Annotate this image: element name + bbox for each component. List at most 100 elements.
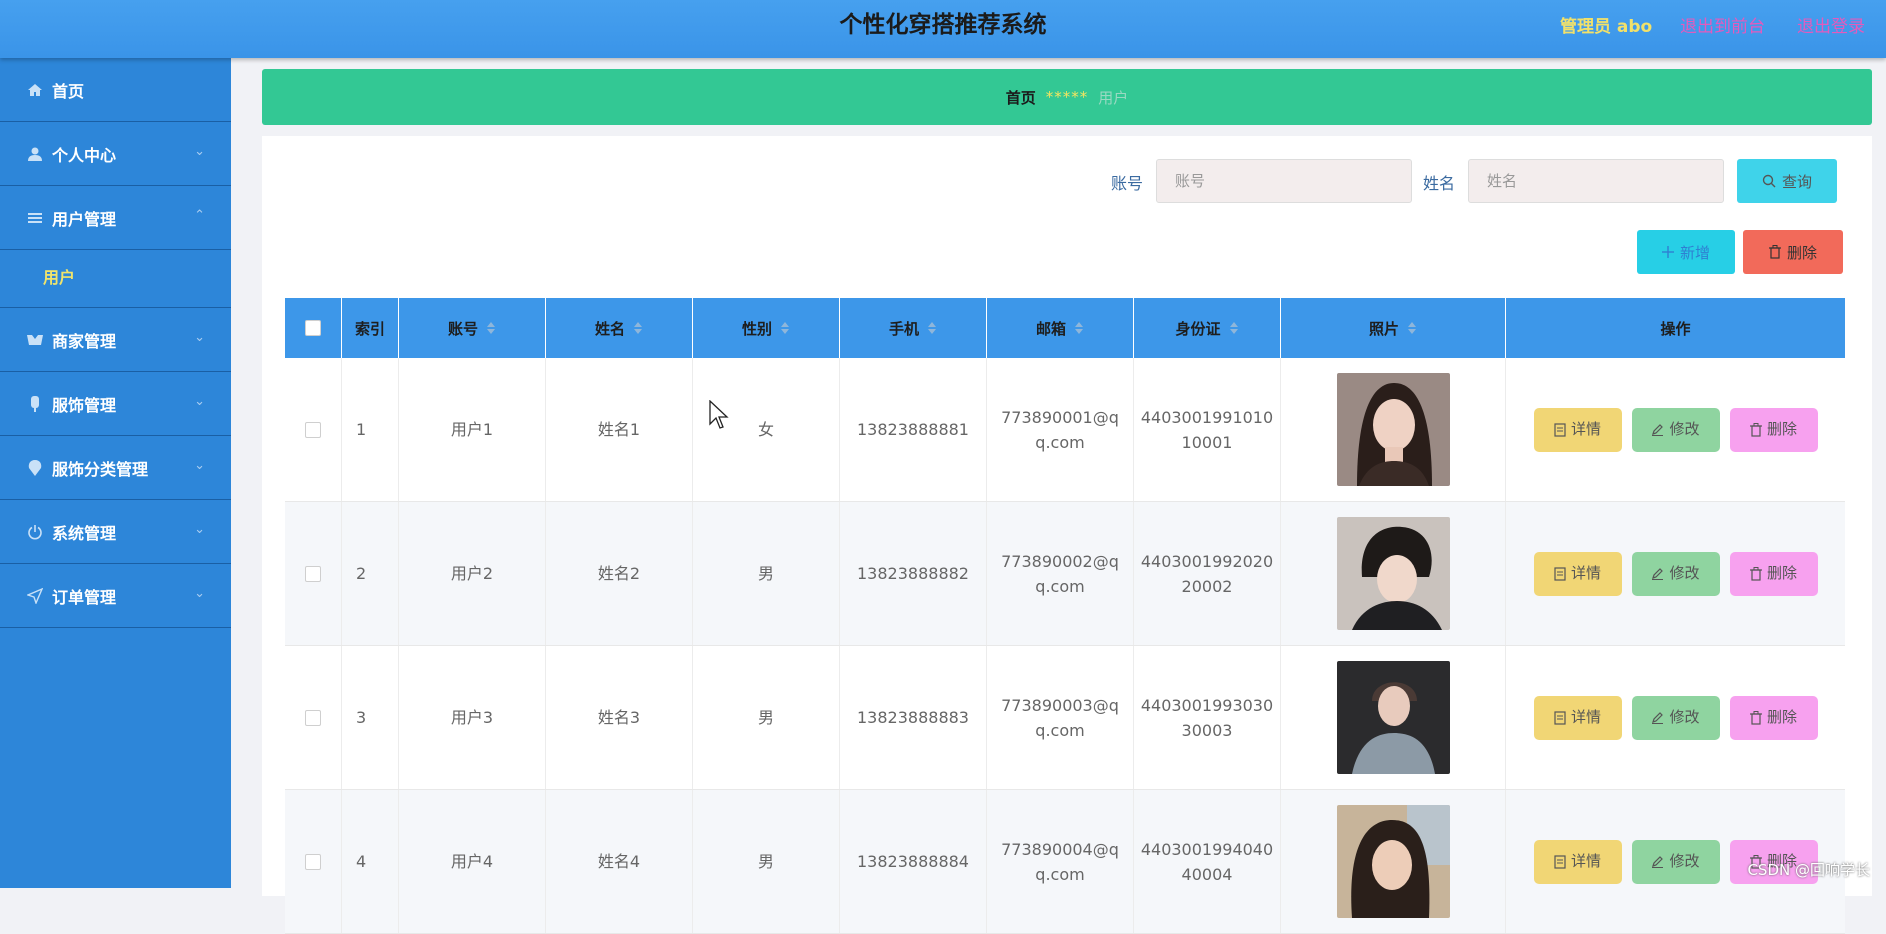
cell-account: 用户1 xyxy=(399,358,546,501)
sidebar-item-home[interactable]: 首页 xyxy=(0,58,231,122)
logout-link[interactable]: 退出登录 xyxy=(1797,12,1865,37)
email-line: q.com xyxy=(1035,862,1084,887)
row-checkbox[interactable] xyxy=(305,854,321,870)
document-icon xyxy=(1554,711,1566,725)
cell-name: 姓名2 xyxy=(546,502,693,645)
sidebar-item-label: 服饰分类管理 xyxy=(52,456,148,480)
detail-button[interactable]: 详情 xyxy=(1534,696,1622,740)
bulk-delete-button[interactable]: 删除 xyxy=(1743,230,1843,274)
header-label: 邮箱 xyxy=(1036,318,1066,339)
id-card-line: 4403001991010 xyxy=(1141,405,1273,430)
cell-account: 用户2 xyxy=(399,502,546,645)
email-line: q.com xyxy=(1035,430,1084,455)
cell-name: 姓名4 xyxy=(546,790,693,933)
cell-index: 1 xyxy=(342,358,399,501)
sort-icon[interactable] xyxy=(1407,321,1417,335)
sidebar-item-clothing-management[interactable]: 服饰管理 ⌄ xyxy=(0,372,231,436)
delete-button[interactable]: 删除 xyxy=(1730,408,1818,452)
delete-button[interactable]: 删除 xyxy=(1730,552,1818,596)
id-card-line: 10001 xyxy=(1182,430,1233,455)
sort-icon[interactable] xyxy=(1074,321,1084,335)
sort-icon[interactable] xyxy=(1229,321,1239,335)
cell-email: 773890002@qq.com xyxy=(987,502,1134,645)
breadcrumb-current: 用户 xyxy=(1098,87,1128,108)
cell-id-card: 440300199101010001 xyxy=(1134,358,1281,501)
query-button[interactable]: 查询 xyxy=(1737,159,1837,203)
exit-to-frontend-link[interactable]: 退出到前台 xyxy=(1680,12,1765,37)
header-label: 姓名 xyxy=(595,318,625,339)
sidebar-item-merchant-management[interactable]: 商家管理 ⌄ xyxy=(0,308,231,372)
cell-photo xyxy=(1281,790,1506,933)
row-checkbox[interactable] xyxy=(305,710,321,726)
row-checkbox[interactable] xyxy=(305,566,321,582)
pencil-icon xyxy=(1651,423,1664,436)
pencil-icon xyxy=(1651,711,1664,724)
trash-icon xyxy=(1750,711,1762,725)
sidebar-item-clothing-category-management[interactable]: 服饰分类管理 ⌄ xyxy=(0,436,231,500)
sidebar-item-label: 系统管理 xyxy=(52,520,116,544)
account-search-input[interactable]: 账号 xyxy=(1156,159,1412,203)
sidebar-item-profile[interactable]: 个人中心 ⌄ xyxy=(0,122,231,186)
edit-button-label: 修改 xyxy=(1669,705,1699,730)
header-email[interactable]: 邮箱 xyxy=(987,298,1134,358)
header-photo[interactable]: 照片 xyxy=(1281,298,1506,358)
chevron-down-icon: ⌄ xyxy=(194,394,205,409)
cell-account: 用户4 xyxy=(399,790,546,933)
sidebar-item-label: 服饰管理 xyxy=(52,392,116,416)
cell-name: 姓名1 xyxy=(546,358,693,501)
sort-icon[interactable] xyxy=(486,321,496,335)
select-all-cell xyxy=(285,298,342,358)
edit-button[interactable]: 修改 xyxy=(1632,552,1720,596)
row-checkbox[interactable] xyxy=(305,422,321,438)
add-button[interactable]: 新增 xyxy=(1637,230,1735,274)
header-gender[interactable]: 性别 xyxy=(693,298,840,358)
sidebar-item-system-management[interactable]: 系统管理 ⌄ xyxy=(0,500,231,564)
email-line: 773890004@q xyxy=(1001,837,1119,862)
cell-account: 用户3 xyxy=(399,646,546,789)
sidebar-item-label: 首页 xyxy=(52,78,84,102)
document-icon xyxy=(1554,855,1566,869)
row-select-cell xyxy=(285,502,342,645)
table-header-row: 索引 账号 姓名 性别 手机 邮箱 身份证 照片 操作 xyxy=(285,298,1845,358)
cell-id-card: 440300199303030003 xyxy=(1134,646,1281,789)
edit-button[interactable]: 修改 xyxy=(1632,696,1720,740)
user-photo[interactable] xyxy=(1337,517,1450,630)
header-account[interactable]: 账号 xyxy=(399,298,546,358)
document-icon xyxy=(1554,423,1566,437)
chevron-down-icon: ⌄ xyxy=(194,458,205,473)
cell-gender: 男 xyxy=(693,646,840,789)
sidebar-item-order-management[interactable]: 订单管理 ⌄ xyxy=(0,564,231,628)
detail-button[interactable]: 详情 xyxy=(1534,408,1622,452)
trash-icon xyxy=(1750,423,1762,437)
header-phone[interactable]: 手机 xyxy=(840,298,987,358)
sort-icon[interactable] xyxy=(780,321,790,335)
detail-button-label: 详情 xyxy=(1571,849,1601,874)
clothing-icon xyxy=(26,395,44,413)
delete-button-label: 删除 xyxy=(1767,705,1797,730)
edit-button[interactable]: 修改 xyxy=(1632,840,1720,884)
user-photo[interactable] xyxy=(1337,661,1450,774)
row-select-cell xyxy=(285,790,342,933)
select-all-checkbox[interactable] xyxy=(305,320,321,336)
sidebar-item-user-management[interactable]: 用户管理 ⌃ xyxy=(0,186,231,250)
breadcrumb-home[interactable]: 首页 xyxy=(1006,87,1036,108)
sidebar-item-label: 商家管理 xyxy=(52,328,116,352)
sidebar-subitem-user[interactable]: 用户 xyxy=(0,250,231,308)
name-search-input[interactable]: 姓名 xyxy=(1468,159,1724,203)
delete-button[interactable]: 删除 xyxy=(1730,696,1818,740)
sidebar: 首页 个人中心 ⌄ 用户管理 ⌃ 用户 商家管理 ⌄ 服饰管理 ⌄ 服饰分类管理… xyxy=(0,58,231,888)
row-select-cell xyxy=(285,358,342,501)
header-id-card[interactable]: 身份证 xyxy=(1134,298,1281,358)
id-card-line: 30003 xyxy=(1182,718,1233,743)
email-line: q.com xyxy=(1035,718,1084,743)
user-photo[interactable] xyxy=(1337,373,1450,486)
sort-icon[interactable] xyxy=(927,321,937,335)
chevron-down-icon: ⌄ xyxy=(194,144,205,159)
detail-button[interactable]: 详情 xyxy=(1534,552,1622,596)
edit-button-label: 修改 xyxy=(1669,561,1699,586)
edit-button[interactable]: 修改 xyxy=(1632,408,1720,452)
header-name[interactable]: 姓名 xyxy=(546,298,693,358)
sort-icon[interactable] xyxy=(633,321,643,335)
user-photo[interactable] xyxy=(1337,805,1450,918)
detail-button[interactable]: 详情 xyxy=(1534,840,1622,884)
